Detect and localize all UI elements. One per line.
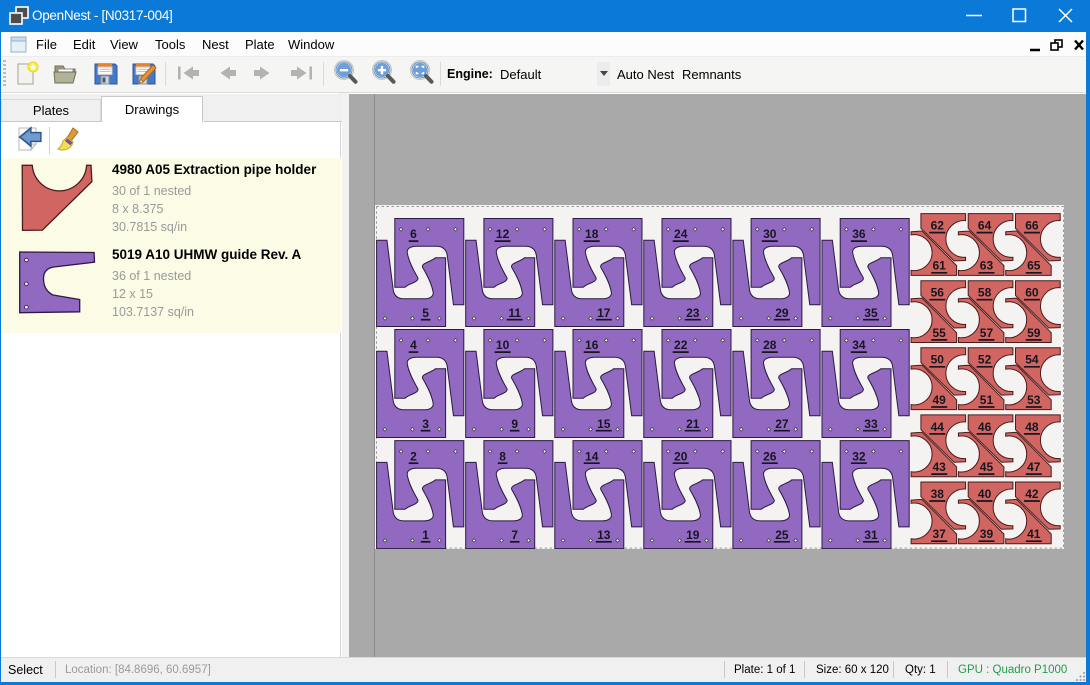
svg-text:20: 20	[674, 449, 688, 463]
svg-text:18: 18	[585, 227, 599, 241]
svg-text:65: 65	[1027, 258, 1041, 272]
svg-text:42: 42	[1025, 487, 1039, 501]
svg-text:34: 34	[852, 338, 866, 352]
svg-text:39: 39	[979, 527, 993, 541]
svg-text:57: 57	[979, 326, 993, 340]
svg-text:43: 43	[932, 460, 946, 474]
svg-text:8: 8	[499, 449, 506, 463]
svg-text:6: 6	[410, 227, 417, 241]
svg-text:62: 62	[930, 218, 944, 232]
svg-text:54: 54	[1025, 352, 1039, 366]
svg-text:9: 9	[511, 417, 518, 431]
svg-text:30: 30	[763, 227, 777, 241]
svg-text:47: 47	[1027, 460, 1041, 474]
svg-text:23: 23	[686, 306, 700, 320]
svg-text:29: 29	[775, 306, 789, 320]
svg-text:64: 64	[977, 218, 991, 232]
svg-text:53: 53	[1027, 393, 1041, 407]
svg-text:27: 27	[775, 417, 789, 431]
svg-text:60: 60	[1025, 285, 1039, 299]
svg-text:50: 50	[930, 352, 944, 366]
svg-text:15: 15	[597, 417, 611, 431]
svg-text:13: 13	[597, 528, 611, 542]
svg-text:52: 52	[977, 352, 991, 366]
svg-text:41: 41	[1027, 527, 1041, 541]
svg-text:19: 19	[686, 528, 700, 542]
svg-text:56: 56	[930, 285, 944, 299]
svg-text:38: 38	[930, 487, 944, 501]
svg-text:61: 61	[932, 258, 946, 272]
svg-text:21: 21	[686, 417, 700, 431]
svg-text:3: 3	[422, 417, 429, 431]
svg-text:5: 5	[422, 306, 429, 320]
svg-text:26: 26	[763, 449, 777, 463]
svg-text:33: 33	[864, 417, 878, 431]
svg-text:40: 40	[977, 487, 991, 501]
svg-text:45: 45	[979, 460, 993, 474]
svg-text:12: 12	[495, 227, 509, 241]
svg-text:10: 10	[495, 338, 509, 352]
svg-text:63: 63	[979, 258, 993, 272]
svg-text:17: 17	[597, 306, 611, 320]
svg-text:7: 7	[511, 528, 518, 542]
svg-text:25: 25	[775, 528, 789, 542]
svg-text:48: 48	[1025, 420, 1039, 434]
svg-text:46: 46	[977, 420, 991, 434]
svg-text:14: 14	[585, 449, 599, 463]
svg-text:1: 1	[422, 528, 429, 542]
svg-text:22: 22	[674, 338, 688, 352]
svg-text:66: 66	[1025, 218, 1039, 232]
svg-text:35: 35	[864, 306, 878, 320]
svg-text:16: 16	[585, 338, 599, 352]
svg-text:59: 59	[1027, 326, 1041, 340]
svg-text:36: 36	[852, 227, 866, 241]
svg-text:55: 55	[932, 326, 946, 340]
svg-text:11: 11	[508, 306, 521, 320]
svg-text:37: 37	[932, 527, 946, 541]
svg-text:58: 58	[977, 285, 991, 299]
svg-text:31: 31	[864, 528, 878, 542]
svg-text:51: 51	[979, 393, 993, 407]
svg-text:2: 2	[410, 449, 417, 463]
svg-text:32: 32	[852, 449, 866, 463]
svg-text:24: 24	[674, 227, 688, 241]
svg-text:49: 49	[932, 393, 946, 407]
svg-text:28: 28	[763, 338, 777, 352]
svg-text:4: 4	[410, 338, 417, 352]
svg-text:44: 44	[930, 420, 944, 434]
